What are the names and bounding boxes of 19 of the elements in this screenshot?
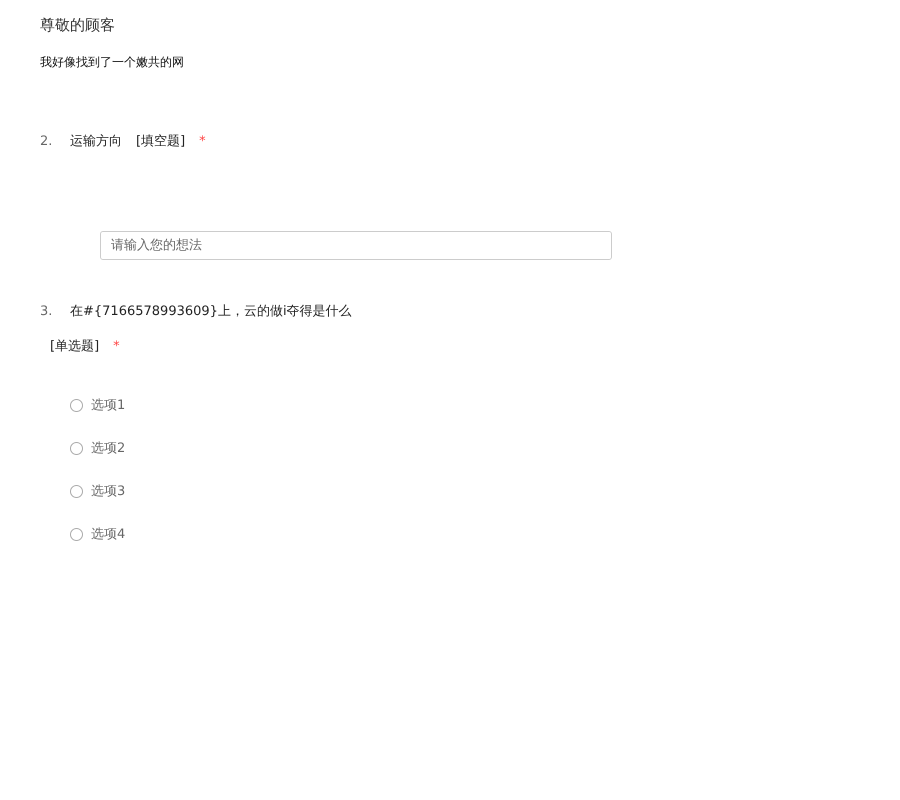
question-number: 2. [40, 133, 54, 151]
radio-button[interactable] [70, 484, 83, 498]
option-label[interactable]: 选项1 [91, 396, 126, 414]
survey-description: 我好像找到了一个嫩共的网 [40, 54, 185, 70]
radio-button[interactable] [70, 442, 83, 454]
option-label[interactable]: 选项4 [91, 525, 126, 543]
radio-button[interactable] [70, 398, 83, 412]
option-label[interactable]: 选项3 [91, 482, 126, 500]
survey-title: 尊敬的顾客 [40, 15, 116, 36]
question-number: 3. [40, 303, 54, 321]
question-text: 在#{7166578993609}上，云的做i夺得是什么 [70, 303, 352, 321]
question-type: [填空题] [136, 133, 186, 151]
radio-button[interactable] [70, 528, 83, 540]
required-mark: * [113, 338, 120, 356]
question-text: 运输方向 [70, 133, 122, 151]
option-label[interactable]: 选项2 [91, 439, 126, 457]
question-type: [单选题] [50, 338, 100, 356]
answer-field[interactable]: 请输入您的想法 [100, 231, 612, 260]
required-mark: * [199, 133, 206, 151]
